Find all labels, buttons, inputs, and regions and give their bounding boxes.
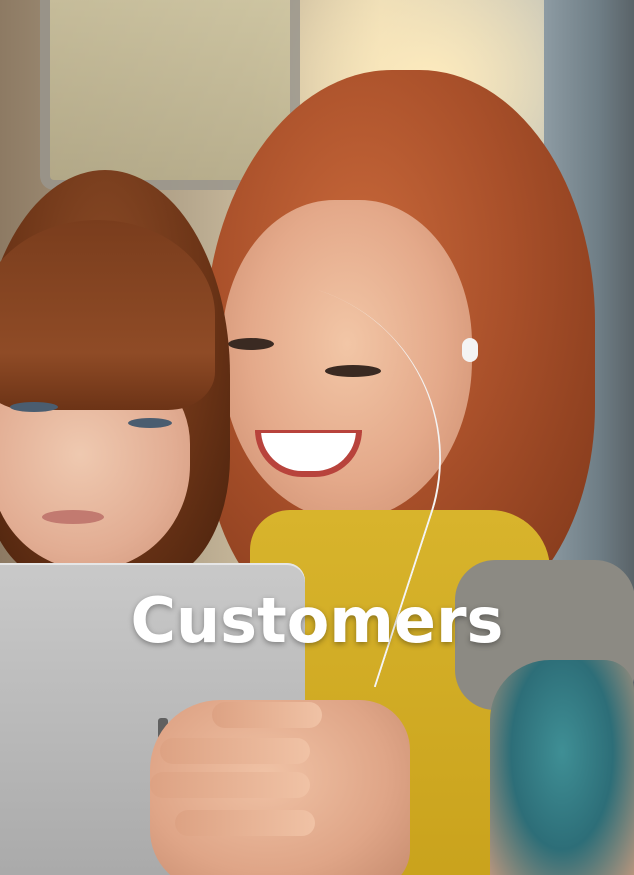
- girl-right-eye: [128, 418, 172, 428]
- finger: [150, 772, 310, 798]
- caption-title: Customers: [130, 584, 504, 657]
- girl-left-eye: [10, 402, 58, 412]
- finger: [160, 738, 310, 764]
- girl-mouth: [42, 510, 104, 524]
- hero-photo: Customers: [0, 0, 634, 875]
- woman-left-eye: [228, 338, 274, 350]
- woman-tattooed-arm: [490, 660, 634, 875]
- finger: [175, 810, 315, 836]
- finger: [212, 702, 322, 728]
- earbud-icon: [462, 338, 478, 362]
